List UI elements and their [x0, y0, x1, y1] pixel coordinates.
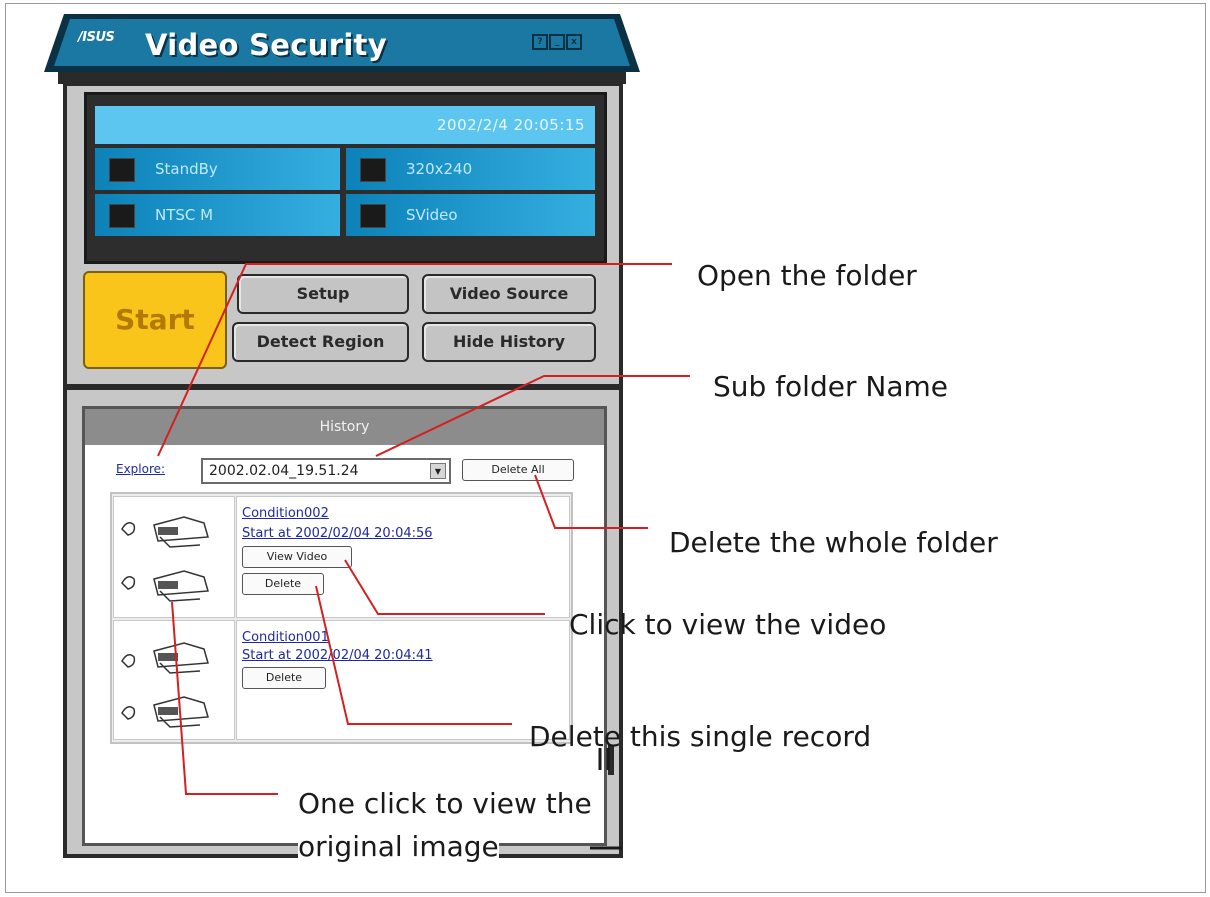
annotation-delete-folder: Delete the whole folder [669, 526, 998, 559]
annotation-delete-record: Delete this single record [529, 720, 872, 753]
annotation-view-image-line2: original image [298, 830, 499, 863]
annotation-sub-folder: Sub folder Name [713, 370, 948, 403]
annotation-open-folder: Open the folder [697, 259, 917, 292]
annotation-lines [157, 263, 690, 850]
annotation-view-image-line1: One click to view the [298, 787, 592, 820]
annotation-view-video: Click to view the video [569, 608, 887, 641]
